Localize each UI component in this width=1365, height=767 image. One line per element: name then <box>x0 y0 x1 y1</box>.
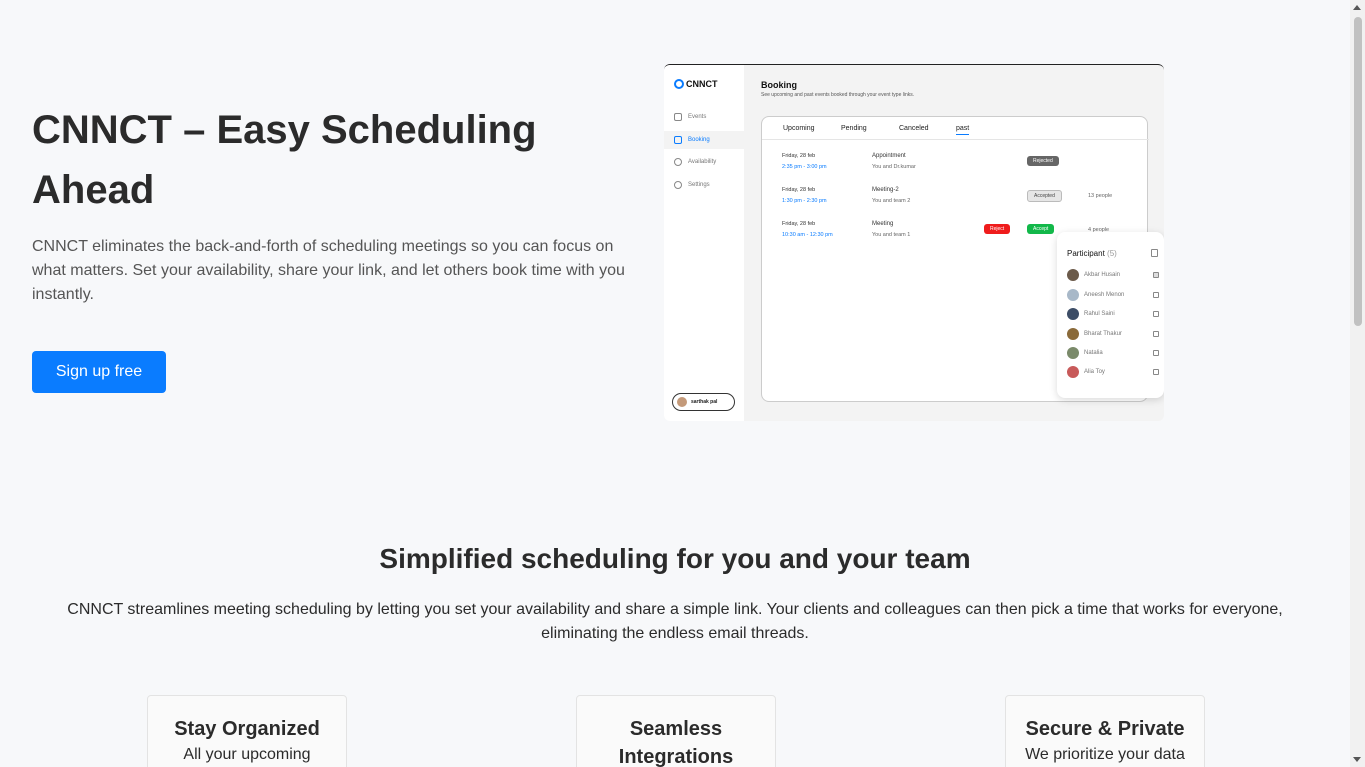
hero-description: CNNCT eliminates the back-and-forth of s… <box>32 238 625 303</box>
trash-icon <box>1151 249 1158 257</box>
row-who: You and team 1 <box>872 232 911 238</box>
sign-up-button[interactable]: Sign up free <box>32 351 166 393</box>
section-title: Simplified scheduling for you and your t… <box>379 543 971 574</box>
accept-badge: Accept <box>1027 224 1055 234</box>
feature-title: Seamless Integrations <box>618 718 734 767</box>
row-name: Appointment <box>872 153 906 159</box>
row-date: Friday, 28 feb <box>782 221 816 227</box>
participant-item: Aneesh Menon <box>1067 289 1159 301</box>
participant-item: Natalia <box>1067 347 1159 359</box>
reject-badge: Reject <box>984 224 1011 234</box>
participant-item: Bharat Thakur <box>1067 328 1159 340</box>
avatar <box>677 397 687 407</box>
status-badge: Rejected <box>1027 156 1059 166</box>
preview-logo: CNNCT <box>674 79 718 89</box>
preview-nav-availability: Availability <box>674 158 716 166</box>
app-preview-image: CNNCT Events Booking Availability Settin… <box>664 64 1164 421</box>
preview-tab-canceled: Canceled <box>899 125 929 132</box>
checkbox-icon <box>1153 292 1159 298</box>
section-description: CNNCT streamlines meeting scheduling by … <box>67 601 1283 642</box>
scrollbar[interactable] <box>1350 0 1365 767</box>
preview-subheading: See upcoming and past events booked thro… <box>761 92 915 98</box>
link-icon <box>674 113 682 121</box>
hero-title: CNNCT – Easy Scheduling Ahead <box>32 108 537 212</box>
participant-popup: Participant (5) Akbar Husain Aneesh Meno… <box>1057 232 1164 398</box>
avatar <box>1067 269 1079 281</box>
avatar <box>1067 347 1079 359</box>
row-time: 2:35 pm - 3:00 pm <box>782 164 827 170</box>
preview-nav-booking: Booking <box>674 136 710 144</box>
participant-item: Rahul Saini <box>1067 308 1159 320</box>
scroll-thumb[interactable] <box>1354 17 1362 326</box>
clock-icon <box>674 158 682 166</box>
feature-card: Secure & Private We prioritize your data <box>1005 695 1205 767</box>
checkbox-icon <box>1153 272 1159 278</box>
avatar <box>1067 328 1079 340</box>
calendar-icon <box>674 136 682 144</box>
row-time: 10:30 am - 12:30 pm <box>782 232 833 238</box>
preview-nav-events: Events <box>674 113 706 121</box>
checkbox-icon <box>1153 350 1159 356</box>
participant-title: Participant (5) <box>1067 249 1117 258</box>
preview-tab-upcoming: Upcoming <box>783 125 815 132</box>
preview-nav-settings: Settings <box>674 181 710 189</box>
row-time: 1:30 pm - 2:30 pm <box>782 198 827 204</box>
avatar <box>1067 308 1079 320</box>
feature-text: We prioritize your data <box>1025 746 1185 763</box>
feature-card: Stay Organized All your upcoming <box>147 695 347 767</box>
row-date: Friday, 28 feb <box>782 153 816 159</box>
row-date: Friday, 28 feb <box>782 187 816 193</box>
scroll-up-icon[interactable] <box>1353 5 1361 10</box>
row-name: Meeting-2 <box>872 187 899 193</box>
feature-card: Seamless Integrations <box>576 695 776 767</box>
preview-heading: Booking <box>761 80 797 90</box>
participant-item: Alia Toy <box>1067 366 1159 378</box>
checkbox-icon <box>1153 369 1159 375</box>
row-name: Meeting <box>872 221 894 227</box>
status-badge: Accepted <box>1027 190 1062 202</box>
feature-text: All your upcoming <box>183 746 311 763</box>
scroll-down-icon[interactable] <box>1353 757 1361 762</box>
checkbox-icon <box>1153 331 1159 337</box>
row-who: You and Dr.kumar <box>872 164 916 170</box>
avatar <box>1067 366 1079 378</box>
preview-tab-pending: Pending <box>841 125 867 132</box>
participant-item: Akbar Husain <box>1067 269 1159 281</box>
logo-icon <box>674 79 684 89</box>
feature-title: Secure & Private <box>1025 718 1185 740</box>
checkbox-icon <box>1153 311 1159 317</box>
preview-sidebar: CNNCT Events Booking Availability Settin… <box>664 65 744 421</box>
gear-icon <box>674 181 682 189</box>
preview-tab-past: past <box>956 125 970 135</box>
people-count: 13 people <box>1088 193 1113 199</box>
preview-user-chip: sarthak pal <box>672 393 735 411</box>
row-who: You and team 2 <box>872 198 911 204</box>
avatar <box>1067 289 1079 301</box>
feature-title: Stay Organized <box>174 718 320 740</box>
